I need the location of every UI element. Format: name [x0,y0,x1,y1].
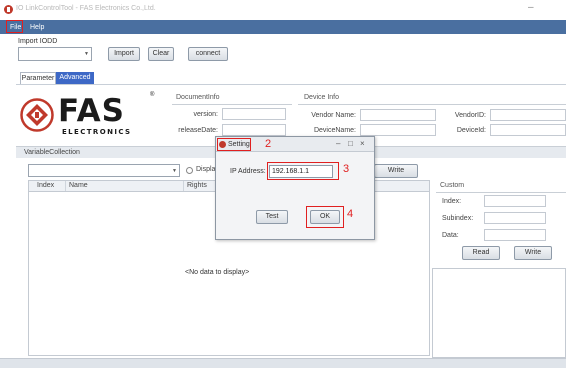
app-icon [4,5,13,14]
maximize-icon[interactable]: □ [348,139,353,148]
fas-logo: FAS ELECTRONICS ® [20,92,156,140]
menu-help[interactable]: Help [28,22,46,33]
vendor-id-field [490,109,566,121]
custom-subindex-label: Subindex: [442,215,474,222]
logo-subtitle: ELECTRONICS [62,128,132,136]
custom-write-button[interactable]: Write [514,246,552,260]
display-radio[interactable] [186,167,193,174]
annotation-highlight-setting [217,138,251,151]
ip-address-label: IP Address: [230,168,266,175]
column-separator [65,181,66,191]
status-bar [0,358,566,368]
column-index[interactable]: Index [37,182,54,189]
variable-select[interactable]: ▼ [28,164,180,177]
version-field [222,108,286,120]
custom-output-area[interactable] [432,268,566,358]
import-iodd-label: Import IODD [18,38,58,45]
annotation-step-3: 3 [343,163,350,175]
read-button[interactable]: Read [462,246,500,260]
setting-dialog: Setting – □ × IP Address: Test OK [215,136,375,240]
chevron-down-icon: ▼ [84,51,89,57]
minimize-icon[interactable]: – [528,2,534,13]
custom-divider [436,192,566,193]
release-date-field [222,124,286,136]
vendor-id-label: VendorID: [454,112,486,119]
chevron-down-icon: ▼ [172,168,177,174]
variable-collection-title: VariableCollection [24,149,80,156]
close-icon[interactable]: × [360,139,365,148]
column-name[interactable]: Name [69,182,88,189]
device-info-title: Device Info [304,94,340,101]
import-button[interactable]: Import [108,47,140,61]
custom-index-label: Index: [442,198,462,205]
vendor-name-label: Vendor Name: [311,112,356,119]
dialog-titlebar: Setting – □ × [216,137,374,152]
column-rights[interactable]: Rights [187,182,207,189]
vendor-name-field [360,109,436,121]
custom-data-input[interactable] [484,229,546,241]
window-titlebar: IO LinkControlTool - FAS Electronics Co.… [0,0,566,20]
device-name-field [360,124,436,136]
column-separator [183,181,184,191]
tab-parameter[interactable]: Parameter [20,72,56,84]
document-info-title: DocumentInfo [176,94,220,101]
release-date-label: releaseDate: [178,127,218,134]
empty-table-text: <No data to display> [185,269,250,276]
annotation-step-2: 2 [265,138,272,150]
window-title: IO LinkControlTool - FAS Electronics Co.… [16,5,156,12]
tab-divider [16,84,566,85]
clear-button[interactable]: Clear [148,47,174,61]
custom-data-label: Data: [442,232,459,239]
device-name-label: DeviceName: [313,127,356,134]
annotation-highlight-ok [306,206,344,228]
custom-subindex-input[interactable] [484,212,546,224]
logo-registered-mark: ® [150,92,155,98]
device-id-field [490,124,566,136]
custom-index-input[interactable] [484,195,546,207]
logo-letters: FAS [58,93,125,129]
device-id-label: DeviceId: [456,127,486,134]
annotation-highlight-ip [267,162,339,180]
test-button[interactable]: Test [256,210,288,224]
annotation-highlight-file [6,20,23,33]
custom-title: Custom [440,182,465,189]
iodd-select[interactable]: ▼ [18,47,92,61]
minimize-icon[interactable]: – [336,139,340,148]
fas-emblem-icon [20,98,54,132]
annotation-step-4: 4 [347,208,354,220]
connect-button[interactable]: connect [188,47,228,61]
device-info-divider [298,104,566,105]
version-label: version: [193,111,218,118]
menu-bar: File Help [0,20,566,34]
document-info-divider [172,104,292,105]
tab-advanced[interactable]: Advanced [56,72,94,84]
write-button[interactable]: Write [374,164,418,178]
